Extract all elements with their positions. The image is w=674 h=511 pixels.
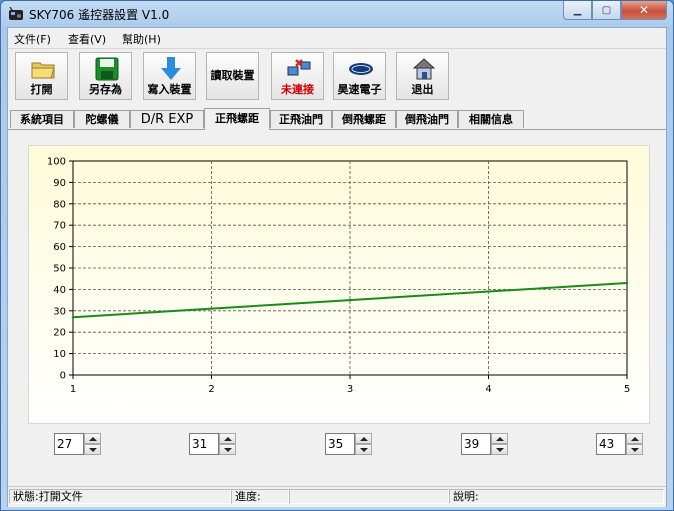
- y-tick-label-1: 10: [53, 349, 66, 360]
- title-bar[interactable]: SKY706 遙控器設置 V1.0 ▁ ▢ ✕: [1, 1, 673, 27]
- open-label: 打開: [30, 83, 53, 96]
- minimize-icon: ▁: [573, 4, 582, 16]
- point-4-down-button[interactable]: [491, 444, 508, 455]
- point-1-down-button[interactable]: [84, 444, 101, 455]
- company-button[interactable]: 昊速電子: [333, 52, 386, 100]
- pitch-curve-panel: 0 10 20 30 40 50 60 70 80 90 100 1 2 3 4 5 27 31 35 39: [12, 130, 662, 482]
- down-arrow-icon: [161, 57, 181, 80]
- client-area: 文件(F) 查看(V) 幫助(H) 打開 另存為 寫入裝置 讀取裝置 未連接 昊…: [7, 27, 667, 507]
- close-icon: ✕: [638, 3, 650, 17]
- point-1-up-button[interactable]: [84, 433, 101, 444]
- y-tick-label-7: 70: [53, 221, 66, 232]
- point-5-down-button[interactable]: [626, 444, 643, 455]
- x-tick-label-1: 2: [208, 384, 214, 395]
- x-tick-label-0: 1: [70, 384, 76, 395]
- x-tick-label-3: 4: [485, 384, 491, 395]
- point-2-up-button[interactable]: [219, 433, 236, 444]
- tab-system-items[interactable]: 系統項目: [10, 110, 74, 128]
- connection-status-label: 未連接: [281, 83, 314, 96]
- floppy-disk-icon: [95, 57, 119, 81]
- tab-dr-exp[interactable]: D/R EXP: [130, 110, 204, 128]
- y-tick-label-9: 90: [53, 178, 66, 189]
- point-2-input[interactable]: 31: [189, 433, 219, 455]
- point-1-stepper[interactable]: 27: [54, 433, 102, 455]
- maximize-icon: ▢: [601, 4, 612, 16]
- y-tick-label-5: 50: [53, 264, 66, 275]
- open-button[interactable]: 打開: [15, 52, 68, 100]
- point-3-up-button[interactable]: [355, 433, 372, 444]
- point-5-input[interactable]: 43: [596, 433, 626, 455]
- x-tick-label-2: 3: [347, 384, 353, 395]
- menu-view[interactable]: 查看(V): [68, 31, 106, 47]
- y-tick-label-3: 30: [53, 306, 66, 317]
- point-3-stepper[interactable]: 35: [325, 433, 373, 455]
- series-point-4: [487, 290, 490, 293]
- folder-icon: [31, 62, 55, 79]
- y-tick-label-4: 40: [53, 285, 66, 296]
- write-device-button[interactable]: 寫入裝置: [143, 52, 196, 100]
- tab-normal-throttle[interactable]: 正飛油門: [270, 110, 332, 128]
- connection-status-button[interactable]: 未連接: [271, 52, 324, 100]
- series-point-5: [625, 281, 629, 285]
- status-state: 狀態:打開文件: [9, 489, 231, 504]
- point-5-stepper[interactable]: 43: [596, 433, 644, 455]
- tab-normal-pitch[interactable]: 正飛螺距: [204, 108, 270, 130]
- point-4-stepper[interactable]: 39: [461, 433, 509, 455]
- series-point-1: [71, 316, 75, 319]
- tab-gyro[interactable]: 陀螺儀: [74, 110, 130, 128]
- toolbar: 打開 另存為 寫入裝置 讀取裝置 未連接 昊速電子 退出: [8, 49, 666, 101]
- tab-related-info[interactable]: 相關信息: [458, 110, 524, 128]
- menu-bar: 文件(F) 查看(V) 幫助(H): [8, 28, 666, 49]
- window-title: SKY706 遙控器設置 V1.0: [29, 8, 170, 22]
- point-2-down-button[interactable]: [219, 444, 236, 455]
- minimize-button[interactable]: ▁: [563, 1, 592, 20]
- menu-help[interactable]: 幫助(H): [122, 31, 161, 47]
- close-button[interactable]: ✕: [621, 1, 667, 20]
- point-4-up-button[interactable]: [491, 433, 508, 444]
- house-exit-icon: [412, 58, 436, 80]
- read-device-button[interactable]: 讀取裝置: [206, 52, 259, 100]
- y-tick-label-6: 60: [53, 242, 66, 253]
- chart-area: 0 10 20 30 40 50 60 70 80 90 100 1 2 3 4 5: [28, 145, 650, 424]
- series-point-3: [348, 298, 352, 302]
- read-device-label: 讀取裝置: [210, 69, 255, 82]
- tab-bar: 系統項目 陀螺儀 D/R EXP 正飛螺距 正飛油門 倒飛螺距 倒飛油門 相關信…: [8, 108, 666, 130]
- exit-label: 退出: [411, 83, 434, 96]
- series-point-2: [210, 307, 213, 310]
- tab-idle-throttle[interactable]: 倒飛油門: [396, 110, 458, 128]
- connection-icon: [287, 59, 311, 76]
- y-tick-label-8: 80: [53, 199, 66, 210]
- status-description: 說明:: [449, 489, 664, 504]
- y-tick-label-2: 20: [53, 328, 66, 339]
- status-bar: 狀態:打開文件 進度: 說明:: [8, 486, 666, 507]
- app-icon: [9, 7, 23, 20]
- point-2-stepper[interactable]: 31: [189, 433, 237, 455]
- write-device-label: 寫入裝置: [147, 83, 192, 96]
- y-tick-label-0: 0: [60, 371, 66, 382]
- pitch-curve-chart[interactable]: 0 10 20 30 40 50 60 70 80 90 100 1 2 3 4 5: [29, 146, 649, 423]
- status-progress-bar: [289, 489, 449, 504]
- skyartec-logo-icon: [349, 63, 373, 75]
- y-tick-label-10: 100: [47, 157, 66, 168]
- point-3-down-button[interactable]: [355, 444, 372, 455]
- maximize-button[interactable]: ▢: [592, 1, 621, 20]
- point-3-input[interactable]: 35: [325, 433, 355, 455]
- save-as-button[interactable]: 另存為: [79, 52, 132, 100]
- point-4-input[interactable]: 39: [461, 433, 491, 455]
- app-window: SKY706 遙控器設置 V1.0 ▁ ▢ ✕ 文件(F) 查看(V) 幫助(H…: [0, 0, 674, 511]
- status-progress: 進度:: [231, 489, 289, 504]
- tab-idle-pitch[interactable]: 倒飛螺距: [332, 110, 396, 128]
- save-as-label: 另存為: [89, 83, 122, 96]
- exit-button[interactable]: 退出: [396, 52, 449, 100]
- point-5-up-button[interactable]: [626, 433, 643, 444]
- company-label: 昊速電子: [337, 83, 382, 96]
- x-tick-label-4: 5: [624, 384, 630, 395]
- menu-file[interactable]: 文件(F): [14, 31, 51, 47]
- point-1-input[interactable]: 27: [54, 433, 84, 455]
